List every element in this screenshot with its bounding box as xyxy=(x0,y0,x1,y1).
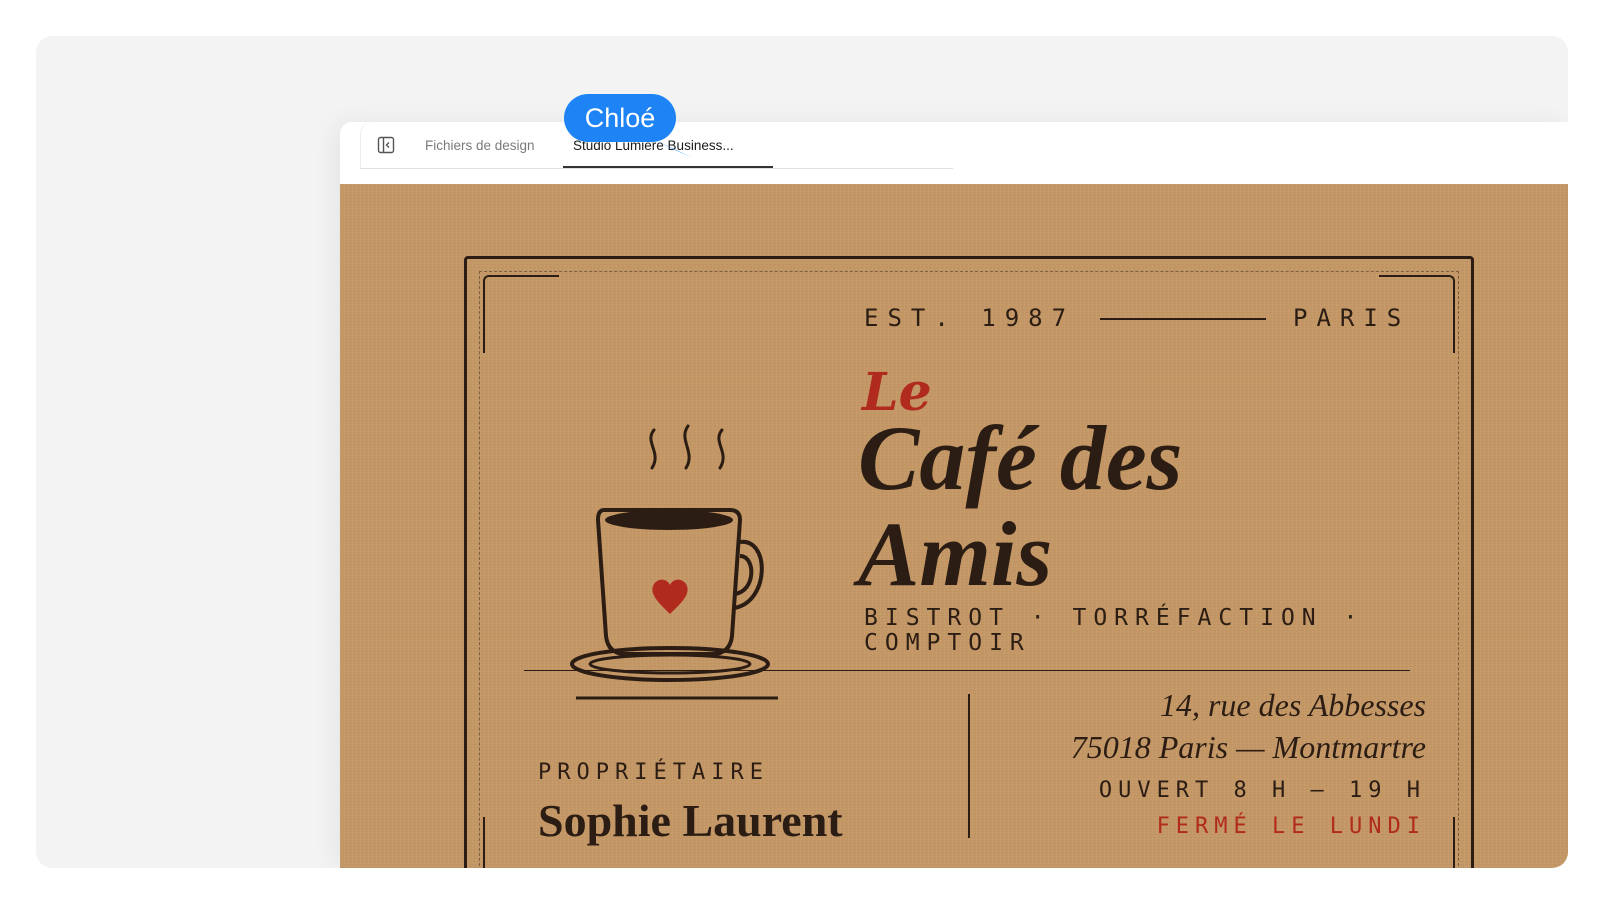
collaborator-cursor-label: Chloé xyxy=(564,94,676,142)
opening-hours: OUVERT 8 H – 19 H xyxy=(1098,778,1426,803)
address-line-1: 14, rue des Abbesses xyxy=(1159,687,1426,723)
header-divider xyxy=(1100,318,1266,320)
design-canvas[interactable]: EST. 1987 PARIS Le Café des Amis BISTROT… xyxy=(340,184,1568,868)
tagline: BISTROT · TORRÉFACTION · COMPTOIR xyxy=(864,605,1365,656)
established-text: EST. 1987 xyxy=(864,304,1076,332)
design-editor-window: Fichiers de design Studio Lumière Busine… xyxy=(340,122,1568,868)
heart-icon xyxy=(652,579,688,614)
cursor-arrow-icon xyxy=(655,138,695,165)
tab-design-files[interactable]: Fichiers de design xyxy=(425,122,535,168)
sidebar-toggle-icon[interactable] xyxy=(377,136,395,154)
vertical-divider xyxy=(968,694,970,838)
address-line-2: 75018 Paris — Montmartre xyxy=(1070,729,1426,765)
address-block: 14, rue des Abbesses 75018 Paris — Montm… xyxy=(1071,684,1426,768)
cafe-name: Café des Amis xyxy=(858,407,1183,605)
tab-bar: Fichiers de design Studio Lumière Busine… xyxy=(340,122,1568,184)
owner-label: PROPRIÉTAIRE xyxy=(538,760,769,785)
corner-ornament xyxy=(483,275,559,353)
closed-day: FERMÉ LE LUNDI xyxy=(1156,814,1426,839)
city-text: PARIS xyxy=(1293,304,1411,332)
background-stage: Fichiers de design Studio Lumière Busine… xyxy=(36,36,1568,868)
owner-name: Sophie Laurent xyxy=(538,795,843,846)
steam-icon xyxy=(649,424,725,470)
coffee-cup-icon xyxy=(570,420,800,715)
